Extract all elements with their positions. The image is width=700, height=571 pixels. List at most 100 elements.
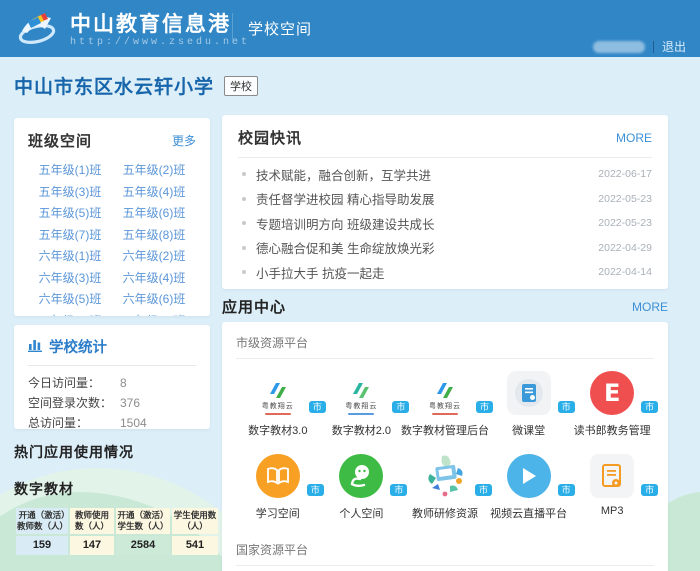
city-badge: 市 (641, 484, 658, 496)
page: 中山教育信息港 http://www.zsedu.net 学校空间 退出 中山市… (0, 0, 700, 571)
news-title[interactable]: 小手拉大手 抗疫一起走 (256, 263, 590, 282)
page-title: 中山市东区水云轩小学 (14, 72, 214, 99)
app-label[interactable]: 微课堂 (512, 422, 545, 438)
class-link[interactable]: 五年级(6)班 (112, 206, 196, 220)
table-cell: 541 (172, 536, 218, 555)
app-label[interactable]: 学习空间 (256, 505, 300, 521)
city-badge: 市 (558, 401, 575, 413)
class-link[interactable]: 六年级(3)班 (28, 271, 112, 285)
news-title[interactable]: 技术赋能，融合创新，互学共进 (256, 165, 590, 184)
app-label[interactable]: 教师研修资源 (412, 505, 478, 521)
class-link[interactable]: 六年级(1)班 (28, 249, 112, 263)
digital-textbook-subtitle: 数字教材 (14, 479, 212, 499)
app-center-more-link[interactable]: MORE (632, 300, 668, 314)
class-link[interactable]: 六年级(4)班 (112, 271, 196, 285)
class-link[interactable]: 五年级(8)班 (112, 228, 196, 242)
app-label[interactable]: 视频云直播平台 (490, 505, 567, 521)
yuejiao-cloud-logo-icon: 粤教翔云 (421, 381, 469, 415)
app-personal-space[interactable]: 市 个人空间 (320, 452, 404, 521)
news-date: 2022-05-23 (598, 193, 652, 205)
class-space-more-link[interactable]: 更多 (172, 132, 196, 149)
bar-chart-icon (28, 338, 43, 356)
news-item[interactable]: 技术赋能，融合创新，互学共进2022-06-17 (238, 162, 652, 187)
stat-label: 总访问量： (28, 413, 120, 429)
news-item[interactable]: 小手拉大手 抗疫一起走 2022-04-14 (238, 260, 652, 285)
class-link[interactable]: 五年级(5)班 (28, 206, 112, 220)
news-item[interactable]: 责任督学进校园 精心指导助发展 2022-05-23 (238, 187, 652, 212)
bullet-icon (242, 246, 246, 250)
stat-row: 总访问量： 1504 (28, 413, 196, 429)
campus-news-title: 校园快讯 (238, 127, 302, 148)
orange-open-book-icon (256, 454, 300, 498)
news-title[interactable]: 专题培训明方向 班级建设共成长 (256, 214, 590, 233)
app-textbook-admin[interactable]: 粤教翔云 市 数字教材管理后台 (403, 369, 487, 438)
table-header: 开通（激活）教师数（人） (16, 508, 68, 534)
logout-link[interactable]: 退出 (662, 38, 686, 55)
app-label[interactable]: MP3 (601, 505, 624, 517)
news-item[interactable]: 德心融合促和美 生命绽放焕光彩 2022-04-29 (238, 236, 652, 261)
site-url: http://www.zsedu.net (70, 37, 250, 48)
city-badge: 市 (309, 401, 326, 413)
class-link[interactable]: 五年级(3)班 (28, 185, 112, 199)
table-cell: 159 (16, 536, 68, 555)
news-date: 2022-05-23 (598, 217, 652, 229)
bullet-icon (242, 221, 246, 225)
class-link[interactable]: 六年级(6)班 (112, 292, 196, 306)
username-redacted[interactable] (593, 41, 645, 53)
news-date: 2022-04-14 (598, 266, 652, 278)
app-learning-space[interactable]: 市 学习空间 (236, 452, 320, 521)
school-stats-title: 学校统计 (49, 336, 107, 357)
app-digital-textbook-2[interactable]: 粤教翔云 市 数字教材2.0 (320, 369, 404, 438)
hot-apps-usage-section: 热门应用使用情况 数字教材 开通（激活）教师数（人） 教师使用数（人） 开通（激… (14, 442, 212, 571)
app-label[interactable]: 数字教材3.0 (248, 422, 307, 438)
header-divider (232, 13, 233, 43)
app-micro-class[interactable]: 市 微课堂 (487, 369, 571, 438)
stat-value: 1504 (120, 413, 147, 429)
app-digital-textbook-3[interactable]: 粤教翔云 市 数字教材3.0 (236, 369, 320, 438)
micro-class-doc-icon (507, 371, 551, 415)
news-date: 2022-04-29 (598, 242, 652, 254)
city-platform-label: 市级资源平台 (236, 334, 654, 358)
stat-row: 今日访问量： 8 (28, 373, 196, 393)
class-link[interactable]: 五年级(1)班 (28, 163, 112, 177)
class-link[interactable]: 五年级(4)班 (112, 185, 196, 199)
table-header: 学生使用数（人） (172, 508, 218, 534)
stat-value: 376 (120, 393, 140, 413)
class-link[interactable]: 六年级(5)班 (28, 292, 112, 306)
app-label[interactable]: 数字教材管理后台 (401, 422, 489, 438)
yuejiao-cloud-logo-icon: 粤教翔云 (254, 381, 302, 415)
app-teacher-research[interactable]: 市 教师研修资源 (403, 452, 487, 521)
top-header: 中山教育信息港 http://www.zsedu.net 学校空间 退出 (0, 0, 700, 57)
site-title: 中山教育信息港 (70, 13, 250, 37)
news-title[interactable]: 德心融合促和美 生命绽放焕光彩 (256, 238, 590, 257)
class-link[interactable]: 五年级(7)班 (28, 228, 112, 242)
campus-news-panel: 校园快讯 MORE 技术赋能，融合创新，互学共进2022-06-17 责任督学进… (222, 115, 668, 289)
digital-textbook-usage-table: 开通（激活）教师数（人） 教师使用数（人） 开通（激活）学生数（人） 学生使用数… (14, 506, 220, 557)
app-label[interactable]: 读书郎教务管理 (574, 422, 651, 438)
campus-news-more-link[interactable]: MORE (616, 131, 652, 145)
class-space-title: 班级空间 (28, 130, 92, 151)
app-dushulang-admin[interactable]: E 市 读书郎教务管理 (570, 369, 654, 438)
bullet-icon (242, 270, 246, 274)
news-item[interactable]: 专题培训明方向 班级建设共成长 2022-05-23 (238, 211, 652, 236)
brand[interactable]: 中山教育信息港 http://www.zsedu.net (14, 7, 250, 54)
city-badge: 市 (475, 484, 492, 496)
app-center-panel: 市级资源平台 粤教翔云 市 数字教材3.0 粤教翔云 (222, 322, 668, 571)
stat-label: 空间登录次数： (28, 393, 120, 413)
class-link[interactable]: 四年级(8)班 (112, 314, 196, 317)
news-title[interactable]: 谨防电信诈骗，共筑平安校园 (256, 287, 591, 289)
app-label[interactable]: 个人空间 (339, 505, 383, 521)
class-link[interactable]: 五年级(2)班 (112, 163, 196, 177)
stat-value: 8 (120, 373, 127, 393)
news-title[interactable]: 责任督学进校园 精心指导助发展 (256, 189, 590, 208)
class-link[interactable]: 六年级(2)班 (112, 249, 196, 263)
app-mp3[interactable]: 市 MP3 (570, 452, 654, 521)
table-header: 教师使用数（人） (70, 508, 114, 534)
city-badge: 市 (307, 484, 324, 496)
app-label[interactable]: 数字教材2.0 (332, 422, 391, 438)
app-video-live[interactable]: 市 视频云直播平台 (487, 452, 571, 521)
news-item[interactable]: 谨防电信诈骗，共筑平安校园2022-04-11 (238, 285, 652, 290)
school-stats-panel: 学校统计 今日访问量： 8 空间登录次数： 376 总访问量： 1504 (14, 325, 210, 429)
class-link[interactable]: 四年级(9)班 (28, 314, 112, 317)
city-badge: 市 (390, 484, 407, 496)
